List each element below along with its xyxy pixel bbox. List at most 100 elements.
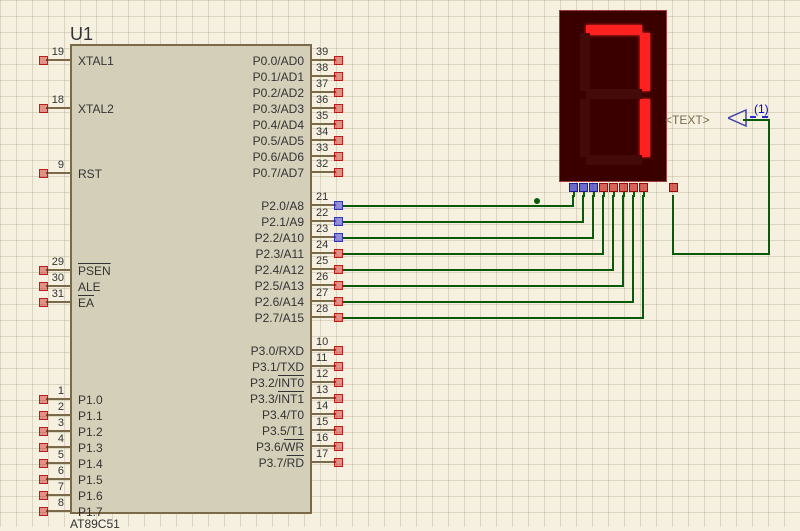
pin-number: 12 <box>316 368 328 380</box>
pin-terminal[interactable] <box>334 72 343 81</box>
pin-label: P1.4 <box>78 457 103 471</box>
pin-label: P3.7/RD <box>242 456 304 470</box>
pin-stub <box>312 413 336 415</box>
pin-stub <box>312 381 336 383</box>
pin-label: P1.5 <box>78 473 103 487</box>
pin-label: P0.7/AD7 <box>242 166 304 180</box>
pin-terminal[interactable] <box>39 395 48 404</box>
pin-terminal[interactable] <box>39 459 48 468</box>
wire <box>343 301 632 303</box>
display-pin[interactable] <box>579 183 588 192</box>
pin-stub <box>312 284 336 286</box>
pin-stub <box>312 155 336 157</box>
pin-terminal[interactable] <box>39 411 48 420</box>
pin-terminal[interactable] <box>39 298 48 307</box>
display-pin[interactable] <box>639 183 648 192</box>
pin-label: P0.0/AD0 <box>242 54 304 68</box>
pin-number: 11 <box>316 352 327 364</box>
pin-terminal[interactable] <box>334 378 343 387</box>
segment-a <box>586 25 642 35</box>
display-pin[interactable] <box>569 183 578 192</box>
pin-stub <box>312 397 336 399</box>
pin-terminal[interactable] <box>39 427 48 436</box>
pin-terminal[interactable] <box>334 168 343 177</box>
pin-label: P2.0/A8 <box>242 199 304 213</box>
voltage-probe-icon[interactable] <box>728 108 752 128</box>
display-pin[interactable] <box>619 183 628 192</box>
seven-segment-display[interactable] <box>559 10 667 182</box>
wire <box>642 195 644 319</box>
pin-number: 39 <box>316 46 328 58</box>
pin-number: 16 <box>316 432 328 444</box>
pin-terminal[interactable] <box>334 458 343 467</box>
pin-number: 2 <box>46 401 64 413</box>
pin-terminal[interactable] <box>334 313 343 322</box>
text-placeholder[interactable]: <TEXT> <box>665 113 710 127</box>
pin-stub <box>46 446 70 448</box>
pin-stub <box>46 430 70 432</box>
pin-stub <box>312 59 336 61</box>
pin-stub <box>46 462 70 464</box>
pin-label: EA <box>78 296 94 310</box>
pin-number: 5 <box>46 449 64 461</box>
display-pin[interactable] <box>629 183 638 192</box>
pin-terminal[interactable] <box>39 507 48 516</box>
pin-label: P2.1/A9 <box>242 215 304 229</box>
pin-terminal[interactable] <box>334 152 343 161</box>
pin-terminal[interactable] <box>39 56 48 65</box>
wire <box>343 285 622 287</box>
pin-terminal[interactable] <box>334 297 343 306</box>
pin-stub <box>312 139 336 141</box>
pin-terminal[interactable] <box>334 88 343 97</box>
pin-stub <box>312 204 336 206</box>
pin-terminal[interactable] <box>39 282 48 291</box>
pin-number: 33 <box>316 142 328 154</box>
pin-stub <box>312 429 336 431</box>
pin-number: 36 <box>316 94 328 106</box>
wire <box>672 195 674 255</box>
pin-terminal[interactable] <box>334 346 343 355</box>
pin-terminal[interactable] <box>334 217 343 226</box>
wire <box>633 192 635 197</box>
pin-stub <box>312 91 336 93</box>
pin-terminal[interactable] <box>334 249 343 258</box>
pin-stub <box>46 269 70 271</box>
pin-terminal[interactable] <box>334 136 343 145</box>
wire <box>613 192 615 197</box>
wire <box>343 205 572 207</box>
pin-label: P0.4/AD4 <box>242 118 304 132</box>
pin-terminal[interactable] <box>39 169 48 178</box>
display-pin[interactable] <box>609 183 618 192</box>
pin-terminal[interactable] <box>334 442 343 451</box>
pin-stub <box>312 365 336 367</box>
pin-terminal[interactable] <box>39 266 48 275</box>
pin-terminal[interactable] <box>334 120 343 129</box>
pin-stub <box>46 398 70 400</box>
display-pin[interactable] <box>599 183 608 192</box>
display-pin[interactable] <box>669 183 678 192</box>
pin-number: 22 <box>316 207 328 219</box>
pin-number: 34 <box>316 126 328 138</box>
pin-stub <box>46 285 70 287</box>
pin-terminal[interactable] <box>334 362 343 371</box>
pin-terminal[interactable] <box>334 394 343 403</box>
pin-terminal[interactable] <box>39 104 48 113</box>
pin-stub <box>46 494 70 496</box>
wire <box>583 192 585 197</box>
pin-label: P2.2/A10 <box>242 231 304 245</box>
pin-terminal[interactable] <box>334 281 343 290</box>
pin-terminal[interactable] <box>39 475 48 484</box>
pin-terminal[interactable] <box>334 265 343 274</box>
pin-terminal[interactable] <box>334 104 343 113</box>
pin-terminal[interactable] <box>334 233 343 242</box>
pin-terminal[interactable] <box>39 443 48 452</box>
pin-label: P3.0/RXD <box>242 344 304 358</box>
pin-terminal[interactable] <box>334 201 343 210</box>
display-pin[interactable] <box>589 183 598 192</box>
pin-terminal[interactable] <box>334 410 343 419</box>
pin-terminal[interactable] <box>334 56 343 65</box>
pin-number: 38 <box>316 62 328 74</box>
component-ref[interactable]: U1 <box>70 24 93 45</box>
pin-terminal[interactable] <box>39 491 48 500</box>
pin-terminal[interactable] <box>334 426 343 435</box>
